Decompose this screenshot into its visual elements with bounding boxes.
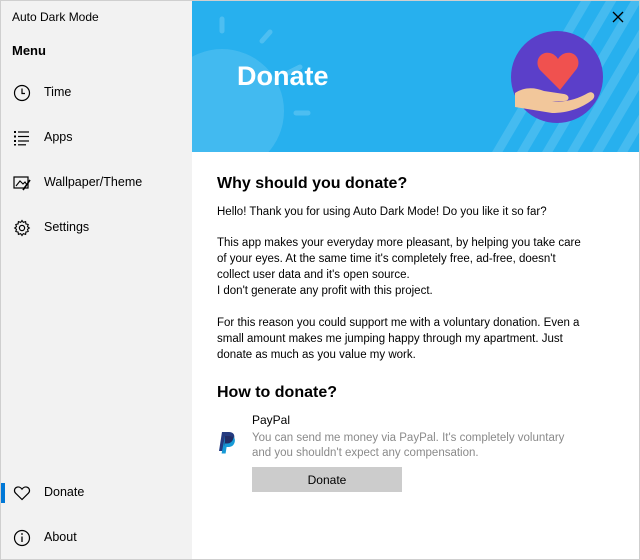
why-donate-heading: Why should you donate? <box>217 175 408 192</box>
sidebar-item-settings[interactable]: Settings <box>1 206 192 250</box>
intro-paragraph: Hello! Thank you for using Auto Dark Mod… <box>217 206 547 218</box>
support-paragraph: For this reason you could support me wit… <box>217 315 617 363</box>
sidebar-item-label: Settings <box>44 220 90 234</box>
heart-icon <box>13 484 31 502</box>
sidebar-item-wallpaper-theme[interactable]: Wallpaper/Theme <box>1 161 192 205</box>
sidebar-item-label: Donate <box>44 485 85 499</box>
close-button[interactable] <box>607 6 629 28</box>
paypal-name: PayPal <box>252 413 291 427</box>
app-window: Auto Dark Mode Menu Time Apps Wallpaper/… <box>0 0 640 560</box>
text-line: and you shouldn't expect any compensatio… <box>252 447 479 459</box>
text-line: I don't generate any profit with this pr… <box>217 285 433 297</box>
text-line: This app makes your everyday more pleasa… <box>217 237 581 249</box>
paypal-donate-button[interactable]: Donate <box>252 467 402 492</box>
sidebar-item-donate[interactable]: Donate <box>1 471 192 515</box>
sidebar-item-time[interactable]: Time <box>1 71 192 115</box>
text-line: small amount makes me jumping happy thro… <box>217 333 563 345</box>
page-title: Donate <box>237 61 329 91</box>
clock-icon <box>13 84 31 102</box>
benefits-paragraph: This app makes your everyday more pleasa… <box>217 235 617 299</box>
sidebar: Auto Dark Mode Menu Time Apps Wallpaper/… <box>1 1 192 559</box>
app-title: Auto Dark Mode <box>12 10 99 24</box>
donate-banner: Donate <box>192 1 639 152</box>
text-line: collect user data and it's open source. <box>217 269 410 281</box>
sidebar-item-label: Apps <box>44 130 73 144</box>
sidebar-item-label: About <box>44 530 77 544</box>
sidebar-item-label: Wallpaper/Theme <box>44 175 143 189</box>
text-line: donate as much as you value my work. <box>217 349 416 361</box>
how-to-donate-heading: How to donate? <box>217 384 337 401</box>
list-icon <box>13 129 31 147</box>
sidebar-item-label: Time <box>44 85 72 99</box>
text-line: For this reason you could support me wit… <box>217 317 580 329</box>
text-line: You can send me money via PayPal. It's c… <box>252 432 565 444</box>
info-icon <box>13 529 31 547</box>
paypal-description: You can send me money via PayPal. It's c… <box>252 431 592 461</box>
menu-title: Menu <box>12 43 46 58</box>
gear-icon <box>13 219 31 237</box>
sidebar-item-apps[interactable]: Apps <box>1 116 192 160</box>
active-indicator <box>1 483 5 503</box>
close-icon <box>607 11 629 32</box>
paypal-icon <box>217 431 237 455</box>
sidebar-item-about[interactable]: About <box>1 516 192 560</box>
wallpaper-icon <box>13 174 31 192</box>
text-line: of your eyes. At the same time it's comp… <box>217 253 556 265</box>
